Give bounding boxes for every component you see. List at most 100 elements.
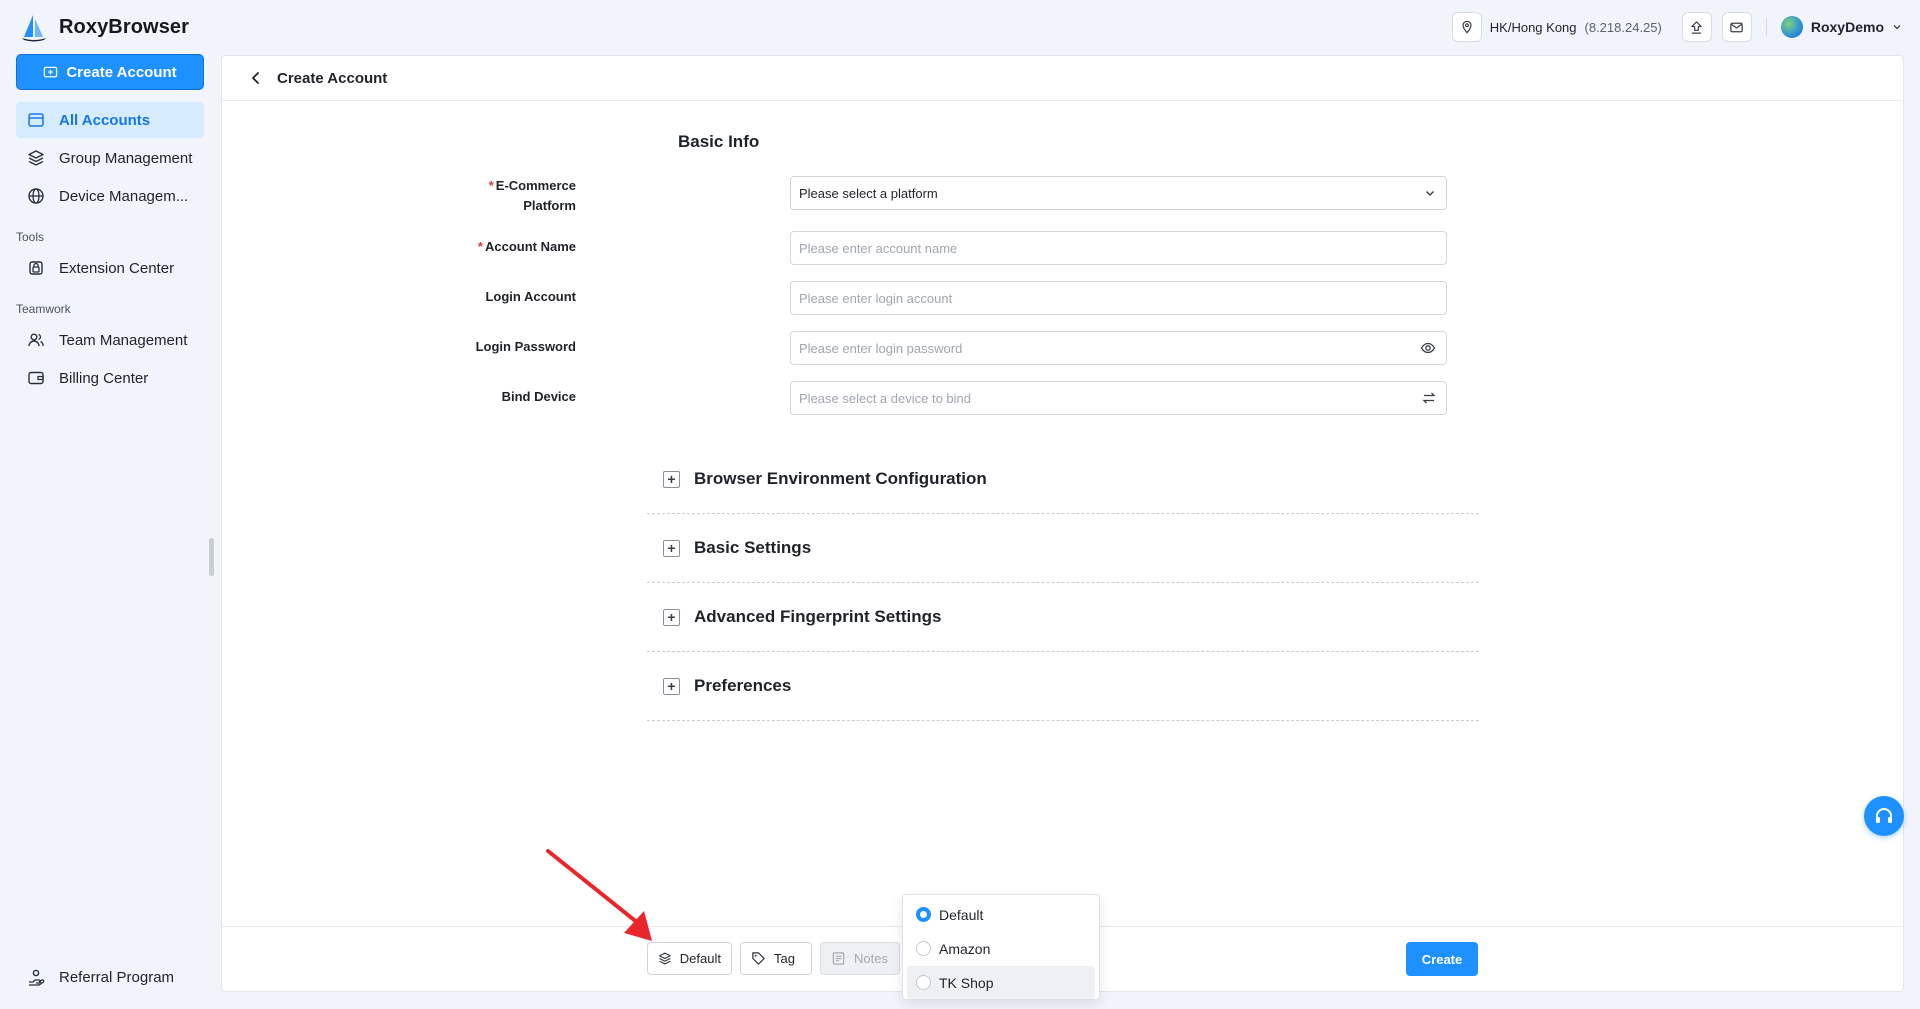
section-advanced-fingerprint[interactable]: + Advanced Fingerprint Settings [647,583,1479,652]
sidebar-item-label: Group Management [59,149,193,167]
bind-device-placeholder: Please select a device to bind [799,390,971,406]
chevron-down-icon [1893,25,1901,30]
upload-button[interactable] [1681,12,1712,42]
sidebar-item-billing-center[interactable]: Billing Center [16,360,204,396]
sidebar-resize-handle[interactable] [209,538,214,576]
tag-icon [752,952,765,965]
basic-info-title: Basic Info [678,132,760,151]
avatar [1780,16,1803,38]
login-password-input[interactable]: Please enter login password [790,331,1447,365]
teamwork-section-heading: Teamwork [16,302,71,316]
sidebar-item-group-management[interactable]: Group Management [16,140,204,176]
group-dropdown: Default Amazon TK Shop [902,894,1100,1000]
option-label: Amazon [939,940,991,957]
layers-icon [28,150,44,166]
proxy-location[interactable]: HK/Hong Kong (8.218.24.25) [1451,11,1672,43]
back-arrow-icon[interactable] [249,71,263,85]
group-option-amazon[interactable]: Amazon [907,932,1095,965]
login-password-label: Login Password [475,339,576,354]
sidebar-item-label: Team Management [59,331,188,349]
page-title: Create Account [277,69,388,87]
sidebar-item-label: Device Managem... [59,187,189,205]
top-bar: RoxyBrowser HK/Hong Kong (8.218.24.25) R… [0,0,1920,54]
user-menu[interactable]: RoxyDemo [1780,16,1902,38]
chevron-down-icon [1426,191,1434,196]
brand[interactable]: RoxyBrowser [19,12,189,42]
tag-button[interactable]: Tag [740,942,812,975]
section-title: Basic Settings [694,538,812,557]
section-title: Preferences [694,676,792,695]
referral-program-container: Referral Program [16,959,204,997]
sidebar-item-label: Extension Center [59,259,175,277]
globe-icon [28,188,44,204]
group-button-label: Default [679,951,721,966]
login-account-label: Login Account [485,289,576,304]
sidebar-item-label: Referral Program [59,968,175,986]
sidebar-nav: All Accounts Group Management Device Man… [16,102,204,398]
location-ip: (8.218.24.25) [1584,19,1662,35]
option-label: TK Shop [939,974,994,991]
sidebar-item-device-management[interactable]: Device Managem... [16,178,204,214]
account-name-placeholder: Please enter account name [799,240,958,256]
account-name-label-text: Account Name [484,239,576,254]
sidebar-item-team-management[interactable]: Team Management [16,322,204,358]
section-browser-environment[interactable]: + Browser Environment Configuration [647,445,1479,514]
messages-button[interactable] [1721,12,1752,42]
group-option-tk-shop[interactable]: TK Shop [907,966,1095,999]
account-name-input[interactable]: Please enter account name [790,231,1447,265]
notes-button[interactable]: Notes [820,942,900,975]
team-icon [28,333,44,347]
login-password-placeholder: Please enter login password [799,340,963,356]
mail-icon [1730,22,1744,32]
sidebar-item-extension-center[interactable]: Extension Center [16,250,204,286]
group-option-default[interactable]: Default [907,898,1095,931]
user-name: RoxyDemo [1810,19,1884,35]
bind-device-select[interactable]: Please select a device to bind [790,381,1447,415]
eye-icon[interactable] [1420,340,1436,356]
option-label: Default [939,906,984,923]
expand-plus-icon: + [663,539,680,557]
section-title: Browser Environment Configuration [694,469,987,488]
tag-button-label: Tag [774,951,795,966]
create-account-button[interactable]: Create Account [16,54,204,90]
expand-plus-icon: + [663,608,680,626]
divider [1765,18,1767,36]
create-submit-button[interactable]: Create [1406,942,1478,976]
wallet-icon [28,371,44,385]
location-label: HK/Hong Kong [1489,19,1577,35]
login-account-input[interactable]: Please enter login account [790,281,1447,315]
upload-icon [1691,20,1703,34]
section-basic-settings[interactable]: + Basic Settings [647,514,1479,583]
layers-icon [658,952,671,965]
extension-icon [29,261,43,275]
expand-plus-icon: + [663,470,680,488]
headset-icon [1876,808,1892,823]
location-pin-icon [1451,12,1482,42]
sidebar-item-label: Billing Center [59,369,149,387]
platform-label-line1: E-Commerce [495,178,576,193]
add-account-icon [44,66,58,77]
account-name-label: * Account Name [478,237,576,257]
create-account-label: Create Account [66,63,177,81]
group-select-button[interactable]: Default [647,942,732,975]
platform-label-line2: Platform [523,198,576,213]
required-mark: * [488,178,494,193]
sidebar: Create Account All Accounts Group Manage… [0,54,216,1009]
tools-section-heading: Tools [16,230,45,244]
support-button[interactable] [1864,796,1904,836]
notes-button-label: Notes [854,951,888,966]
bind-device-label: Bind Device [501,389,576,404]
section-preferences[interactable]: + Preferences [647,652,1479,721]
swap-icon[interactable] [1422,391,1436,405]
card-icon [28,113,44,127]
referral-icon [29,969,45,986]
top-right-controls: HK/Hong Kong (8.218.24.25) RoxyDemo [1451,11,1902,43]
platform-select[interactable]: Please select a platform [790,176,1447,210]
radio-checked [916,907,931,922]
radio-unchecked [916,975,931,990]
platform-label: * E-Commerce Platform [489,176,576,216]
sidebar-item-all-accounts[interactable]: All Accounts [16,102,204,138]
red-arrow-annotation [546,849,652,941]
sidebar-item-referral-program[interactable]: Referral Program [16,959,204,995]
login-account-placeholder: Please enter login account [799,290,953,306]
